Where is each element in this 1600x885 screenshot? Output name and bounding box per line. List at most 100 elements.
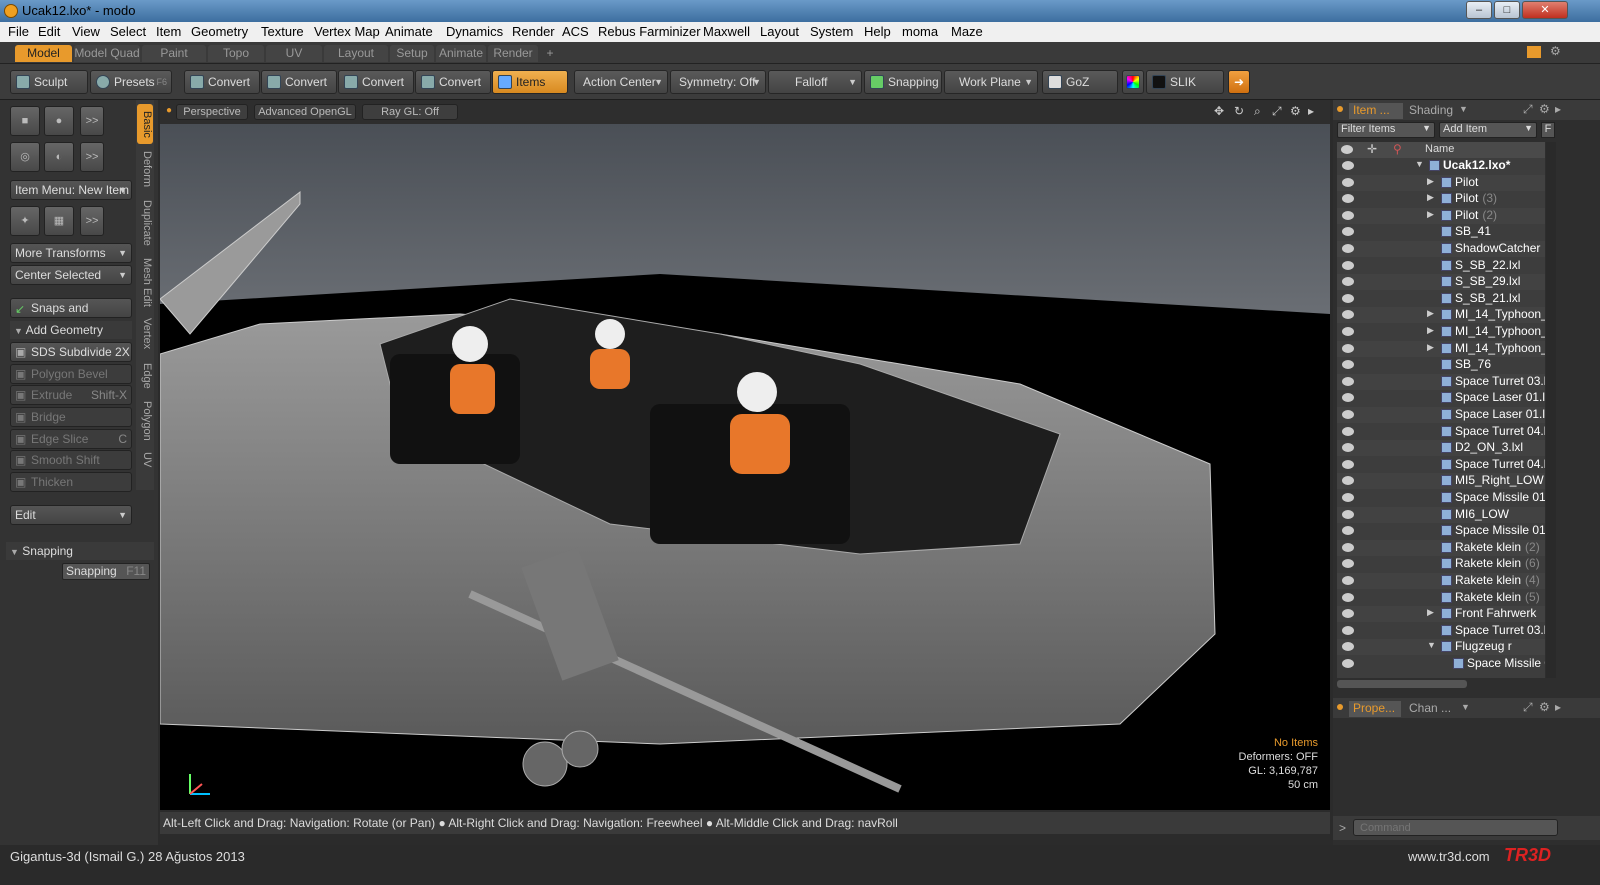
extrude-button[interactable]: ▣ Extrude Shift-X (10, 385, 132, 405)
tab-uv[interactable]: UV (266, 45, 322, 62)
tree-item[interactable]: ▶ MI_14_Typhoon_S (1337, 307, 1545, 324)
visibility-eye-icon[interactable] (1342, 177, 1354, 187)
snaps-precision-button[interactable]: ↙Snaps and Precision (10, 298, 132, 333)
smooth-shift-button[interactable]: ▣ Smooth Shift (10, 450, 132, 470)
tree-item[interactable]: Space Turret 04.lx (1337, 457, 1545, 473)
visibility-eye-icon[interactable] (1342, 393, 1354, 403)
tree-item[interactable]: Space Missile 01.lx (1337, 490, 1545, 506)
tab-model-quad[interactable]: Model Quad (74, 45, 140, 62)
capsule-primitive-button[interactable]: ◐ (44, 142, 74, 172)
tree-item[interactable]: S_SB_29.lxl (1337, 274, 1545, 291)
vtab-mesh-edit[interactable]: Mesh Edit (137, 254, 153, 310)
menu-vertex-map[interactable]: Vertex Map (314, 24, 380, 39)
raygl-button[interactable]: Ray GL: Off (362, 104, 458, 120)
close-button[interactable]: ✕ (1522, 1, 1568, 19)
vtab-vertex[interactable]: Vertex (137, 312, 153, 356)
collapsed-arrow-icon[interactable]: ▶ (1427, 342, 1434, 353)
tree-item[interactable]: Space Turret 03.lx (1337, 623, 1545, 639)
snapping-toggle[interactable]: Snapping (864, 70, 942, 94)
menu-select[interactable]: Select (110, 24, 146, 39)
menu-maxwell[interactable]: Maxwell (703, 24, 750, 39)
tree-item[interactable]: ▼ Ucak12.lxo* (1337, 158, 1545, 174)
opengl-button[interactable]: Advanced OpenGL (254, 104, 356, 120)
chevron-down-icon[interactable]: ▼ (1461, 702, 1470, 712)
color-wheel-button[interactable] (1122, 70, 1144, 94)
visibility-eye-icon[interactable] (1342, 542, 1354, 552)
tab-paint[interactable]: Paint (142, 45, 206, 62)
slik-button[interactable]: SLIK (1146, 70, 1224, 94)
convert-button-2[interactable]: Convert (261, 70, 337, 94)
expand-items-button[interactable]: >> (80, 206, 104, 236)
sds-subdivide-button[interactable]: ▣ SDS Subdivide 2X (10, 342, 132, 362)
tree-item[interactable]: ▶ MI_14_Typhoon_S (1337, 340, 1545, 357)
tree-horizontal-scrollbar[interactable] (1337, 680, 1467, 688)
vtab-polygon[interactable]: Polygon (137, 396, 153, 446)
convert-button-3[interactable]: Convert (338, 70, 414, 94)
tree-item[interactable]: ▼ Flugzeug r (1337, 639, 1545, 656)
menu-texture[interactable]: Texture (261, 24, 304, 39)
panel-menu-icon[interactable] (1337, 106, 1343, 112)
tree-item[interactable]: SB_41 (1337, 224, 1545, 240)
visibility-eye-icon[interactable] (1342, 360, 1354, 370)
visibility-eye-icon[interactable] (1342, 227, 1354, 237)
visibility-eye-icon[interactable] (1342, 293, 1354, 303)
tree-item[interactable]: ▶ Pilot (3) (1337, 191, 1545, 207)
maximize-button[interactable]: □ (1494, 1, 1520, 19)
visibility-eye-icon[interactable] (1342, 410, 1354, 419)
add-tab-button[interactable]: + (540, 45, 560, 62)
rotate-view-icon[interactable]: ↻ (1234, 104, 1244, 118)
sphere-primitive-button[interactable]: ● (44, 106, 74, 136)
tree-item[interactable]: SB_76 (1337, 357, 1545, 373)
tree-item[interactable]: ▶ MI_14_Typhoon_S (1337, 324, 1545, 340)
menu-rebus[interactable]: Rebus Farminizer (598, 24, 701, 39)
visibility-eye-icon[interactable] (1342, 161, 1354, 170)
tree-item[interactable]: ShadowCatcher (1337, 241, 1545, 257)
vtab-basic[interactable]: Basic (137, 104, 153, 144)
arrow-action-button[interactable]: ➜ (1228, 70, 1250, 94)
visibility-eye-icon[interactable] (1342, 194, 1354, 204)
menu-edit[interactable]: Edit (38, 24, 60, 39)
move-view-icon[interactable]: ✥ (1214, 104, 1224, 118)
tab-animate[interactable]: Animate (436, 45, 486, 62)
menu-view[interactable]: View (72, 24, 100, 39)
visibility-eye-icon[interactable] (1342, 426, 1354, 436)
panel-more-icon[interactable]: ▸ (1555, 102, 1561, 116)
tab-shading[interactable]: Shading (1409, 103, 1463, 119)
grid-button[interactable]: ▦ (44, 206, 74, 236)
polygon-bevel-button[interactable]: ▣ Polygon Bevel (10, 364, 132, 384)
tree-item[interactable]: Rakete klein (6) (1337, 556, 1545, 572)
tree-item[interactable]: ▶ Pilot (1337, 174, 1545, 191)
items-button[interactable]: Items (492, 70, 568, 94)
center-selected-dropdown[interactable]: Center Selected ▼ (10, 265, 132, 285)
tree-item[interactable]: Space Laser 01.lxl (1337, 407, 1545, 423)
visibility-eye-icon[interactable] (1342, 277, 1354, 287)
collapsed-arrow-icon[interactable]: ▶ (1427, 192, 1434, 203)
panel-menu-icon[interactable] (1337, 704, 1343, 710)
expand-panel-icon[interactable]: ⤢ (1523, 700, 1533, 715)
tab-render[interactable]: Render (488, 45, 538, 62)
cube-primitive-button[interactable]: ■ (10, 106, 40, 136)
tab-layout[interactable]: Layout (324, 45, 388, 62)
menu-layout[interactable]: Layout (760, 24, 799, 39)
visibility-eye-icon[interactable] (1342, 659, 1354, 668)
tree-item[interactable]: Space Laser 01.lxl (1337, 390, 1545, 406)
snapping-toggle-button[interactable]: Snapping F11 (62, 563, 150, 580)
add-geometry-header[interactable]: ▼ Add Geometry (10, 321, 132, 339)
more-transforms-dropdown[interactable]: More Transforms ▼ (10, 243, 132, 263)
visibility-eye-icon[interactable] (1342, 327, 1354, 336)
edit-dropdown[interactable]: Edit ▼ (10, 505, 132, 525)
bridge-button[interactable]: ▣ Bridge (10, 407, 132, 427)
expand-primitives-button[interactable]: >> (80, 106, 104, 136)
chevron-down-icon[interactable]: ▼ (1459, 104, 1468, 114)
tree-item[interactable]: MI6_LOW (1337, 506, 1545, 523)
visibility-eye-icon[interactable] (1342, 493, 1354, 502)
perspective-button[interactable]: Perspective (176, 104, 248, 120)
zoom-view-icon[interactable]: ⌕ (1254, 104, 1261, 119)
viewport-menu-icon[interactable]: ● (166, 105, 172, 116)
tree-item[interactable]: ▶ Pilot (2) (1337, 207, 1545, 224)
visibility-eye-icon[interactable] (1342, 509, 1354, 519)
panel-gear-icon[interactable]: ⚙ (1539, 102, 1550, 116)
tree-scrollbar[interactable] (1546, 142, 1556, 678)
fit-view-icon[interactable]: ⤢ (1272, 104, 1282, 119)
viewport-gear-icon[interactable]: ⚙ (1290, 104, 1301, 118)
